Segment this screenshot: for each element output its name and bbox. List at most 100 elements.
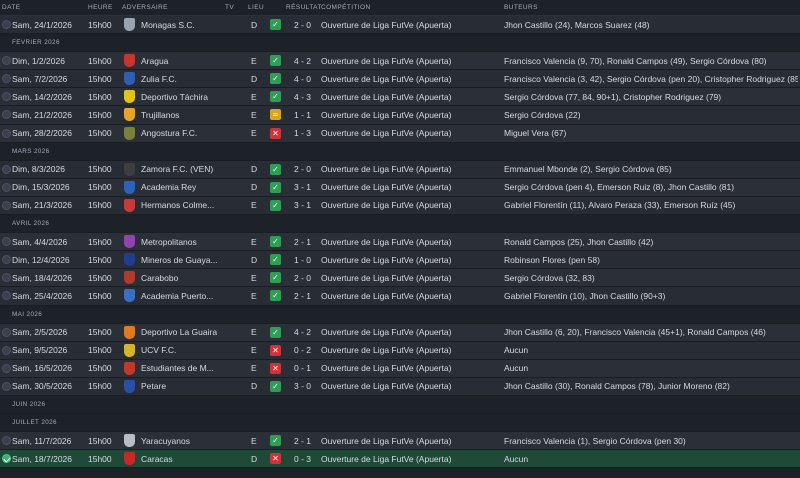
month-label: AVRIL 2026 xyxy=(12,220,50,228)
opponent-link[interactable]: Deportivo Táchira xyxy=(141,92,217,102)
fixture-row[interactable]: Sam, 18/7/2026 15h00 Caracas D ✕ 0 - 3 O… xyxy=(0,450,800,469)
col-venue[interactable]: LIEU xyxy=(248,4,264,11)
fixture-row[interactable]: Sam, 9/5/2026 15h00 UCV F.C. E ✕ 0 - 2 O… xyxy=(0,341,800,360)
fixture-row[interactable]: Dim, 8/3/2026 15h00 Zamora F.C. (VEN) D … xyxy=(0,160,800,179)
fixture-row[interactable]: Dim, 1/2/2026 15h00 Aragua E ✓ 4 - 2 Ouv… xyxy=(0,52,800,71)
opponent-link[interactable]: Deportivo La Guaira xyxy=(141,327,217,337)
check-icon: ✓ xyxy=(270,91,282,103)
status-dot-icon xyxy=(2,273,12,283)
opponent-link[interactable]: Zulia F.C. xyxy=(141,74,217,84)
competition-link[interactable]: Ouverture de Liga FutVe (Apuerta) xyxy=(321,454,499,464)
opponent-link[interactable]: Zamora F.C. (VEN) xyxy=(141,164,217,174)
opponent-link[interactable]: Monagas S.C. xyxy=(141,20,217,30)
col-opponent[interactable]: ADVERSAIRE xyxy=(122,4,168,11)
competition-link[interactable]: Ouverture de Liga FutVe (Apuerta) xyxy=(321,20,499,30)
competition-link[interactable]: Ouverture de Liga FutVe (Apuerta) xyxy=(321,164,499,174)
match-score[interactable]: 1 - 0 xyxy=(294,255,320,265)
competition-link[interactable]: Ouverture de Liga FutVe (Apuerta) xyxy=(321,327,499,337)
col-competition[interactable]: COMPÉTITION xyxy=(321,4,371,11)
venue: D xyxy=(251,73,258,84)
fixture-row[interactable]: Sam, 18/4/2026 15h00 Carabobo E ✓ 2 - 0 … xyxy=(0,269,800,288)
fixture-row[interactable]: Sam, 24/1/2026 15h00 Monagas S.C. D ✓ 2 … xyxy=(0,16,800,35)
opponent-link[interactable]: Angostura F.C. xyxy=(141,128,217,138)
match-time: 15h00 xyxy=(88,254,112,265)
opponent-link[interactable]: Academia Puerto... xyxy=(141,291,217,301)
opponent-link[interactable]: Hermanos Colme... xyxy=(141,200,217,210)
fixture-list: Sam, 24/1/2026 15h00 Monagas S.C. D ✓ 2 … xyxy=(0,16,800,469)
opponent-link[interactable]: UCV F.C. xyxy=(141,345,217,355)
fixture-row[interactable]: Sam, 30/5/2026 15h00 Petare D ✓ 3 - 0 Ou… xyxy=(0,377,800,396)
opponent-link[interactable]: Caracas xyxy=(141,454,217,464)
competition-link[interactable]: Ouverture de Liga FutVe (Apuerta) xyxy=(321,237,499,247)
match-score[interactable]: 4 - 0 xyxy=(294,74,320,84)
opponent-link[interactable]: Trujillanos xyxy=(141,110,217,120)
venue: E xyxy=(251,55,257,66)
col-time[interactable]: HEURE xyxy=(88,4,113,11)
match-score[interactable]: 2 - 0 xyxy=(294,20,320,30)
competition-link[interactable]: Ouverture de Liga FutVe (Apuerta) xyxy=(321,381,499,391)
opponent-link[interactable]: Metropolitanos xyxy=(141,237,217,247)
competition-link[interactable]: Ouverture de Liga FutVe (Apuerta) xyxy=(321,200,499,210)
competition-link[interactable]: Ouverture de Liga FutVe (Apuerta) xyxy=(321,436,499,446)
opponent-link[interactable]: Aragua xyxy=(141,56,217,66)
opponent-link[interactable]: Academia Rey xyxy=(141,182,217,192)
fixture-row[interactable]: Sam, 7/2/2026 15h00 Zulia F.C. D ✓ 4 - 0… xyxy=(0,70,800,89)
match-score[interactable]: 1 - 1 xyxy=(294,110,320,120)
col-date[interactable]: DATE xyxy=(2,4,20,11)
fixture-row[interactable]: Sam, 16/5/2026 15h00 Estudiantes de M...… xyxy=(0,359,800,378)
match-score[interactable]: 3 - 1 xyxy=(294,200,320,210)
match-time: 15h00 xyxy=(88,19,112,30)
match-score[interactable]: 0 - 1 xyxy=(294,363,320,373)
match-score[interactable]: 3 - 0 xyxy=(294,381,320,391)
fixture-row[interactable]: Sam, 11/7/2026 15h00 Yaracuyanos E ✓ 2 -… xyxy=(0,432,800,451)
opponent-link[interactable]: Estudiantes de M... xyxy=(141,363,217,373)
match-score[interactable]: 2 - 0 xyxy=(294,164,320,174)
match-score[interactable]: 4 - 2 xyxy=(294,327,320,337)
fixture-row[interactable]: Dim, 15/3/2026 15h00 Academia Rey D ✓ 3 … xyxy=(0,178,800,197)
match-time: 15h00 xyxy=(88,453,112,464)
col-scorers[interactable]: BUTEURS xyxy=(504,4,538,11)
match-score[interactable]: 0 - 2 xyxy=(294,345,320,355)
match-score[interactable]: 3 - 1 xyxy=(294,182,320,192)
status-dot-icon xyxy=(2,291,12,301)
match-score[interactable]: 2 - 1 xyxy=(294,237,320,247)
opponent-link[interactable]: Yaracuyanos xyxy=(141,436,217,446)
opponent-link[interactable]: Mineros de Guaya... xyxy=(141,255,217,265)
competition-link[interactable]: Ouverture de Liga FutVe (Apuerta) xyxy=(321,110,499,120)
match-date: Dim, 1/2/2026 xyxy=(12,55,65,66)
match-score[interactable]: 2 - 0 xyxy=(294,273,320,283)
fixture-row[interactable]: Dim, 12/4/2026 15h00 Mineros de Guaya...… xyxy=(0,251,800,270)
competition-link[interactable]: Ouverture de Liga FutVe (Apuerta) xyxy=(321,291,499,301)
month-separator: AVRIL 2026 xyxy=(0,215,800,234)
match-time: 15h00 xyxy=(88,200,112,211)
competition-link[interactable]: Ouverture de Liga FutVe (Apuerta) xyxy=(321,182,499,192)
col-tv[interactable]: TV xyxy=(225,4,234,11)
scorers: Aucun xyxy=(504,363,529,374)
match-score[interactable]: 1 - 3 xyxy=(294,128,320,138)
fixture-row[interactable]: Sam, 2/5/2026 15h00 Deportivo La Guaira … xyxy=(0,323,800,342)
fixture-row[interactable]: Sam, 28/2/2026 15h00 Angostura F.C. E ✕ … xyxy=(0,124,800,143)
fixture-row[interactable]: Sam, 25/4/2026 15h00 Academia Puerto... … xyxy=(0,287,800,306)
match-score[interactable]: 0 - 3 xyxy=(294,454,320,464)
match-time: 15h00 xyxy=(88,363,112,374)
competition-link[interactable]: Ouverture de Liga FutVe (Apuerta) xyxy=(321,56,499,66)
fixture-row[interactable]: Sam, 14/2/2026 15h00 Deportivo Táchira E… xyxy=(0,88,800,107)
match-score[interactable]: 2 - 1 xyxy=(294,291,320,301)
competition-link[interactable]: Ouverture de Liga FutVe (Apuerta) xyxy=(321,273,499,283)
competition-link[interactable]: Ouverture de Liga FutVe (Apuerta) xyxy=(321,74,499,84)
competition-link[interactable]: Ouverture de Liga FutVe (Apuerta) xyxy=(321,363,499,373)
opponent-link[interactable]: Petare xyxy=(141,381,217,391)
match-score[interactable]: 4 - 2 xyxy=(294,56,320,66)
fixture-row[interactable]: Sam, 21/3/2026 15h00 Hermanos Colme... E… xyxy=(0,196,800,216)
opponent-link[interactable]: Carabobo xyxy=(141,273,217,283)
competition-link[interactable]: Ouverture de Liga FutVe (Apuerta) xyxy=(321,255,499,265)
col-result[interactable]: RÉSULTAT xyxy=(286,4,322,11)
competition-link[interactable]: Ouverture de Liga FutVe (Apuerta) xyxy=(321,128,499,138)
fixture-row[interactable]: Sam, 4/4/2026 15h00 Metropolitanos E ✓ 2… xyxy=(0,233,800,252)
match-score[interactable]: 4 - 3 xyxy=(294,92,320,102)
competition-link[interactable]: Ouverture de Liga FutVe (Apuerta) xyxy=(321,92,499,102)
match-score[interactable]: 2 - 1 xyxy=(294,436,320,446)
competition-link[interactable]: Ouverture de Liga FutVe (Apuerta) xyxy=(321,345,499,355)
fixture-row[interactable]: Sam, 21/2/2026 15h00 Trujillanos E = 1 -… xyxy=(0,106,800,125)
match-time: 15h00 xyxy=(88,381,112,392)
